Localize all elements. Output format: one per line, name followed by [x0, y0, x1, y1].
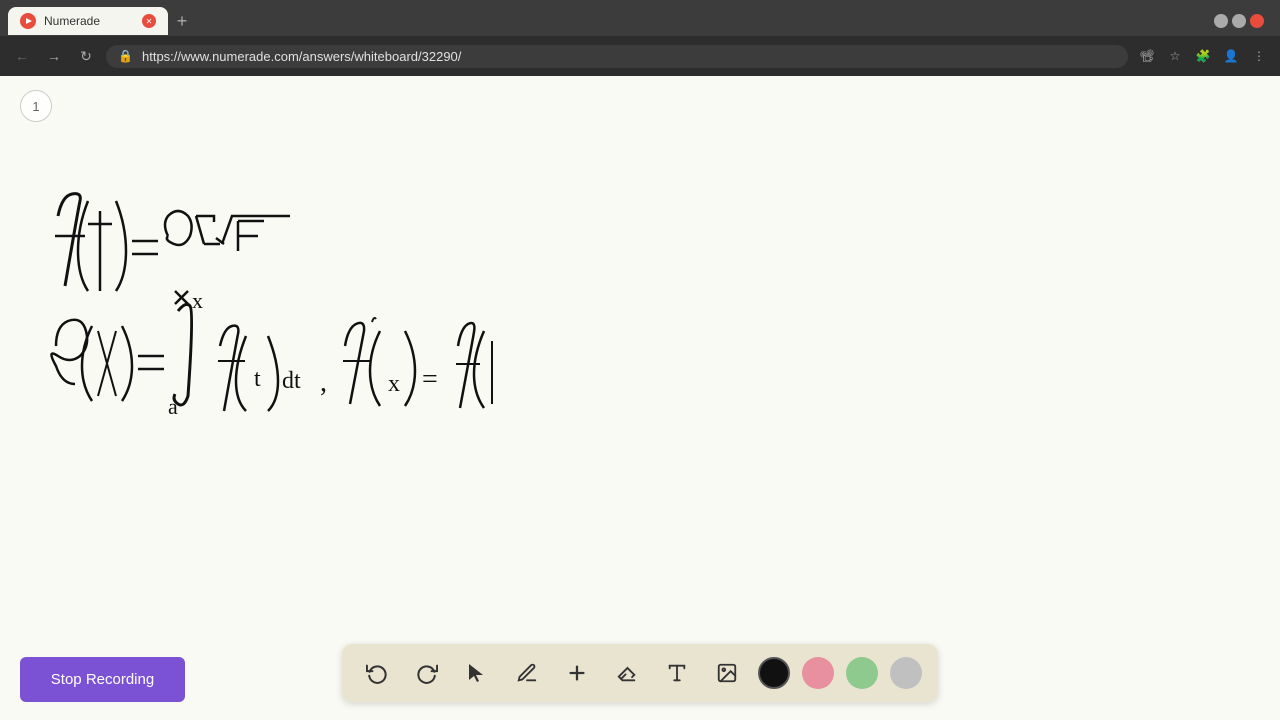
close-button[interactable] — [1250, 14, 1264, 28]
whiteboard-area[interactable]: 1 — [0, 76, 1280, 720]
color-pink[interactable] — [802, 657, 834, 689]
undo-button[interactable] — [358, 654, 396, 692]
menu-button[interactable]: ⋮ — [1248, 45, 1270, 67]
nav-bar: ← → ↻ 🔒 https://www.numerade.com/answers… — [0, 36, 1280, 76]
svg-text:x: x — [388, 371, 400, 397]
extensions-button[interactable]: 🧩 — [1192, 45, 1214, 67]
url-text: https://www.numerade.com/answers/whitebo… — [142, 49, 461, 64]
bookmark-button[interactable]: ☆ — [1164, 45, 1186, 67]
forward-button[interactable]: → — [42, 44, 66, 68]
eraser-tool-button[interactable] — [608, 654, 646, 692]
tab-close-button[interactable]: ✕ — [142, 14, 156, 28]
window-controls — [1214, 14, 1272, 28]
color-green[interactable] — [846, 657, 878, 689]
svg-text:,: , — [320, 367, 327, 398]
screencast-button[interactable]: 📽 — [1136, 45, 1158, 67]
back-button[interactable]: ← — [10, 44, 34, 68]
math-content: x a t dt , x = — [20, 136, 740, 476]
tab-title: Numerade — [44, 14, 134, 28]
svg-text:=: = — [422, 364, 438, 395]
minimize-button[interactable] — [1214, 14, 1228, 28]
stop-recording-button[interactable]: Stop Recording — [20, 657, 185, 702]
color-black[interactable] — [758, 657, 790, 689]
nav-extras: 📽 ☆ 🧩 👤 ⋮ — [1136, 45, 1270, 67]
tab-favicon — [20, 13, 36, 29]
reload-button[interactable]: ↻ — [74, 44, 98, 68]
page-badge: 1 — [20, 90, 52, 122]
svg-text:t: t — [254, 366, 261, 392]
select-tool-button[interactable] — [458, 654, 496, 692]
pen-tool-button[interactable] — [508, 654, 546, 692]
active-tab[interactable]: Numerade ✕ — [8, 7, 168, 35]
image-tool-button[interactable] — [708, 654, 746, 692]
color-gray[interactable] — [890, 657, 922, 689]
redo-button[interactable] — [408, 654, 446, 692]
text-tool-button[interactable] — [658, 654, 696, 692]
browser-chrome: Numerade ✕ + ← → ↻ 🔒 https://www.numerad… — [0, 0, 1280, 76]
svg-text:dt: dt — [282, 368, 301, 394]
user-button[interactable]: 👤 — [1220, 45, 1242, 67]
maximize-button[interactable] — [1232, 14, 1246, 28]
bottom-toolbar — [342, 644, 938, 702]
new-tab-button[interactable]: + — [168, 7, 196, 35]
tab-bar: Numerade ✕ + — [0, 0, 1280, 36]
lock-icon: 🔒 — [118, 49, 133, 63]
add-button[interactable] — [558, 654, 596, 692]
address-bar[interactable]: 🔒 https://www.numerade.com/answers/white… — [106, 45, 1128, 68]
svg-text:x: x — [192, 288, 203, 313]
svg-text:a: a — [168, 394, 178, 419]
